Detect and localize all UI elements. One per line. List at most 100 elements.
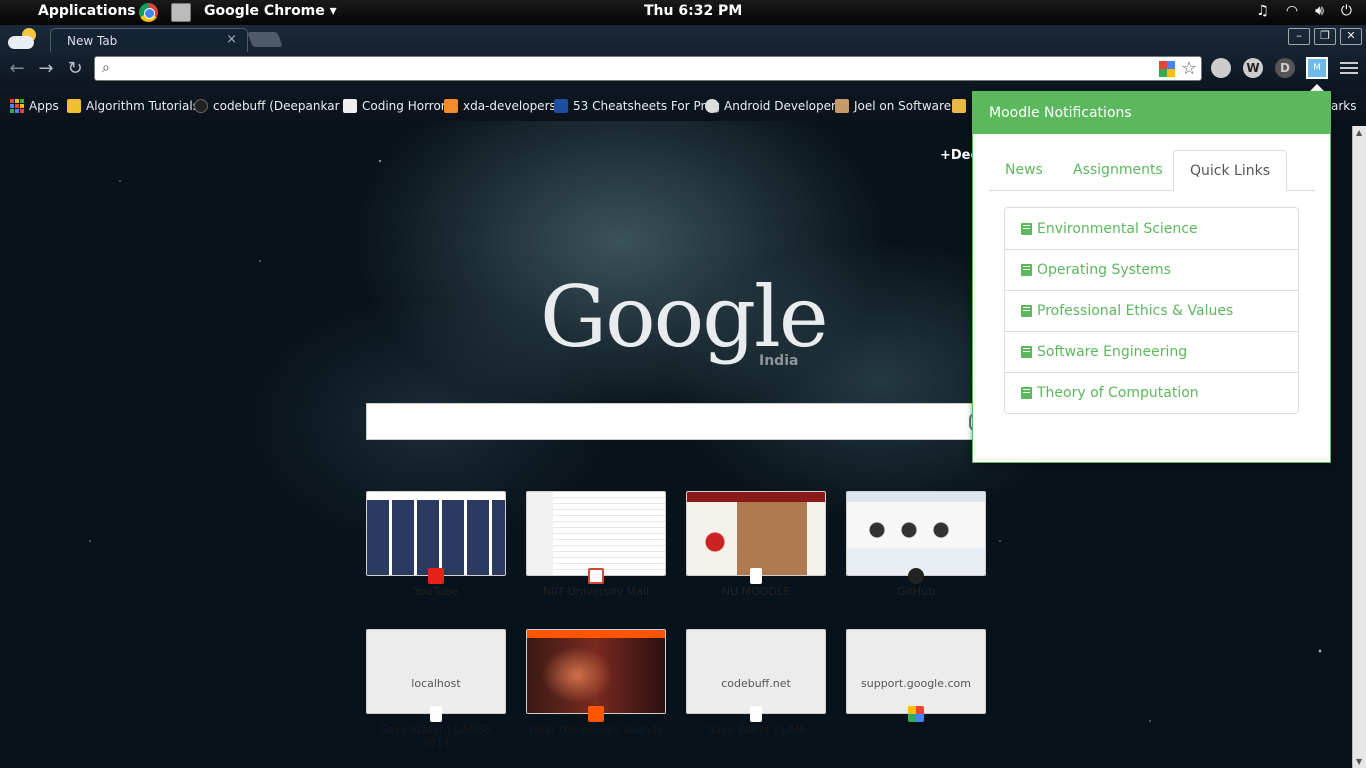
tile-label: NU MOODLE — [721, 585, 791, 598]
folder-icon — [952, 99, 966, 113]
quick-link-label: Operating Systems — [1037, 262, 1171, 278]
bookmark-label: codebuff (Deepankar Ty — [213, 99, 356, 113]
moodle-extension-icon[interactable]: M — [1306, 57, 1328, 79]
bookmark-label: xda-developers — [463, 99, 556, 113]
page-favicon-icon — [750, 706, 762, 722]
github-icon — [194, 99, 208, 113]
book-icon — [1021, 222, 1032, 235]
restore-button[interactable]: ❐ — [1314, 28, 1336, 45]
xda-icon — [444, 99, 458, 113]
tile-label: NIIT University Mail — [542, 585, 650, 598]
weather-icon[interactable] — [8, 28, 38, 50]
tab-assignments[interactable]: Assignments — [1057, 150, 1179, 191]
clock[interactable]: Thu 6:32 PM — [644, 3, 742, 19]
scroll-down-icon[interactable]: ▼ — [1356, 757, 1362, 766]
page-scrollbar[interactable]: ▲ ▼ — [1352, 126, 1366, 768]
top-panel: Applications Google Chrome ▾ Thu 6:32 PM… — [0, 0, 1366, 25]
most-visited-tile-soundcloud[interactable] — [526, 629, 666, 714]
google-logo: Google — [540, 268, 829, 366]
chrome-launcher-icon[interactable] — [139, 3, 158, 22]
efy-icon — [554, 99, 568, 113]
bookmark-android-developers[interactable]: Android Developers — [705, 99, 842, 113]
popup-tabs: News Assignments Quick Links — [989, 150, 1315, 192]
bookmark-cheatsheets[interactable]: 53 Cheatsheets For Prog — [554, 99, 720, 113]
bookmark-label: 53 Cheatsheets For Prog — [573, 99, 721, 113]
tab-new-tab[interactable]: New Tab × — [50, 28, 248, 52]
youtube-thumbnail — [367, 492, 505, 575]
tile-label: GitHub — [896, 585, 936, 598]
bookmark-folder[interactable] — [952, 99, 966, 113]
bookmark-codebuff[interactable]: codebuff (Deepankar Ty — [194, 99, 356, 113]
google-favicon-icon — [908, 706, 924, 722]
bookmark-label: Apps — [29, 99, 59, 113]
tile-url: codebuff.net — [721, 677, 791, 690]
popup-title: Moodle Notifications — [973, 92, 1330, 134]
gmail-favicon-icon — [588, 568, 604, 584]
google-search-input[interactable] — [367, 404, 947, 439]
most-visited-tile-moodle[interactable] — [686, 491, 826, 576]
most-visited-tile-support-google[interactable]: support.google.com — [846, 629, 986, 714]
omnibox[interactable]: ⌕ ☆ — [94, 56, 1202, 81]
bookmark-xda[interactable]: xda-developers — [444, 99, 556, 113]
moodle-notifications-popup: Moodle Notifications News Assignments Qu… — [972, 91, 1331, 463]
most-visited-tile-localhost[interactable]: localhost — [366, 629, 506, 714]
close-window-button[interactable]: ✕ — [1340, 28, 1362, 45]
bookmark-label: arks — [1331, 99, 1357, 113]
most-visited-tile-youtube[interactable] — [366, 491, 506, 576]
apps-grid-icon — [10, 99, 24, 113]
search-icon: ⌕ — [102, 60, 110, 76]
bookmark-label: Joel on Software — [854, 99, 952, 113]
extension-d-icon[interactable]: D — [1275, 58, 1295, 78]
address-input[interactable] — [121, 59, 1151, 78]
google-search-icon[interactable] — [1159, 61, 1175, 77]
quick-link-item[interactable]: Operating Systems — [1005, 249, 1298, 290]
scroll-up-icon[interactable]: ▲ — [1356, 128, 1362, 137]
tile-label: Hear the world's sounds — [529, 723, 663, 736]
most-visited-tile-gmail[interactable] — [526, 491, 666, 576]
bookmark-other[interactable]: arks — [1331, 99, 1357, 113]
tile-label: YouTube — [413, 585, 459, 598]
tile-label: Save Water | LAM — [707, 723, 805, 736]
bookmark-star-icon[interactable]: ☆ — [1181, 58, 1197, 79]
power-icon[interactable]: ⏻ — [1341, 3, 1352, 19]
forward-icon[interactable]: → — [35, 58, 57, 80]
soundcloud-favicon-icon — [588, 706, 604, 722]
minimize-button[interactable]: – — [1288, 28, 1310, 45]
quick-link-label: Environmental Science — [1037, 220, 1198, 237]
extension-shield-icon[interactable] — [1211, 58, 1231, 78]
bookmark-apps[interactable]: Apps — [10, 99, 59, 113]
android-icon — [705, 99, 719, 113]
music-note-icon[interactable]: ♫ — [1256, 3, 1269, 19]
extension-wikipedia-icon[interactable]: W — [1243, 58, 1263, 78]
files-launcher-icon[interactable] — [171, 3, 191, 22]
coding-horror-icon — [343, 99, 357, 113]
google-search-box[interactable] — [366, 403, 986, 440]
soundcloud-thumbnail — [527, 630, 665, 713]
new-tab-button[interactable] — [247, 32, 283, 47]
reload-icon[interactable]: ↻ — [64, 58, 86, 80]
wifi-icon[interactable]: ◠ — [1286, 3, 1298, 19]
tab-close-icon[interactable]: × — [226, 32, 237, 47]
most-visited-tile-github[interactable] — [846, 491, 986, 576]
most-visited-tile-codebuff[interactable]: codebuff.net — [686, 629, 826, 714]
quick-link-item[interactable]: Environmental Science — [1005, 208, 1298, 249]
bookmark-algorithm-tutorials[interactable]: Algorithm Tutorials — [67, 99, 199, 113]
quick-link-item[interactable]: Professional Ethics & Values — [1005, 290, 1298, 331]
tab-news[interactable]: News — [989, 150, 1059, 191]
moodle-thumbnail — [687, 492, 825, 575]
quick-link-item[interactable]: Theory of Computation — [1005, 372, 1298, 413]
topcoder-icon — [67, 99, 81, 113]
book-icon — [1021, 387, 1032, 399]
bookmark-label: Android Developers — [724, 99, 843, 113]
applications-menu[interactable]: Applications — [38, 3, 136, 19]
bookmark-joel-on-software[interactable]: Joel on Software — [835, 99, 951, 113]
quick-link-label: Theory of Computation — [1037, 385, 1199, 401]
active-app-menu[interactable]: Google Chrome ▾ — [204, 3, 337, 19]
tab-title: New Tab — [67, 34, 118, 48]
tab-quick-links[interactable]: Quick Links — [1173, 150, 1288, 192]
bookmark-coding-horror[interactable]: Coding Horror — [343, 99, 446, 113]
volume-icon[interactable]: 🔊︎ — [1315, 3, 1324, 19]
quick-link-item[interactable]: Software Engineering — [1005, 331, 1298, 372]
chrome-menu-icon[interactable] — [1340, 59, 1358, 77]
back-icon[interactable]: ← — [6, 58, 28, 80]
